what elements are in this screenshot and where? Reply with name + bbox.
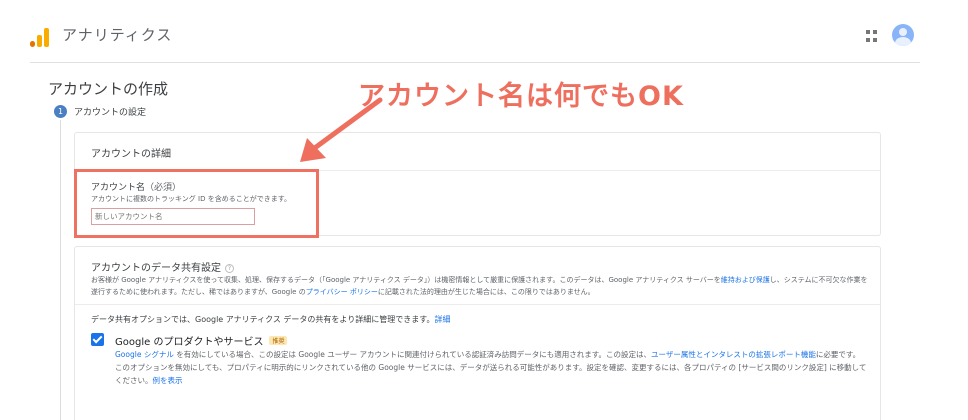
annotation-text: アカウント名は何でもOK — [358, 81, 684, 112]
show-example-link[interactable]: 例を表示 — [153, 376, 183, 385]
step-number: 1 — [54, 105, 67, 118]
google-signals-link[interactable]: Google シグナル — [115, 350, 174, 359]
google-products-option-title[interactable]: Google のプロダクトやサービス 推奨 — [115, 333, 288, 348]
data-sharing-description: お客様が Google アナリティクスを使って収集、処理、保存するデータ（「Go… — [91, 274, 871, 298]
header-divider — [30, 62, 920, 63]
help-icon[interactable]: ? — [225, 264, 234, 273]
step-connector-line — [60, 120, 61, 420]
google-products-checkbox[interactable] — [91, 333, 104, 346]
demographics-interests-link[interactable]: ユーザー属性とインタレストの拡張レポート機能 — [651, 350, 816, 359]
step-label: アカウントの設定 — [74, 108, 147, 118]
data-sharing-title-text: アカウントのデータ共有設定 — [91, 263, 221, 274]
card-divider — [75, 304, 880, 305]
step-indicator: 1 アカウントの設定 — [54, 105, 146, 118]
maintain-protect-link[interactable]: 維持および保護 — [721, 276, 770, 284]
annotation-highlight-box — [74, 169, 319, 238]
option-title-text: Google のプロダクトやサービス — [115, 337, 264, 348]
details-link[interactable]: 詳細 — [434, 315, 450, 324]
top-bar: アナリティクス — [0, 0, 968, 62]
recommended-badge: 推奨 — [269, 336, 288, 345]
privacy-policy-link[interactable]: プライバシー ポリシー — [306, 288, 378, 296]
app-title[interactable]: アナリティクス — [62, 24, 172, 45]
analytics-logo-icon[interactable] — [30, 27, 50, 47]
desc-text-1: お客様が Google アナリティクスを使って収集、処理、保存するデータ（「Go… — [91, 276, 721, 284]
google-products-option-description: Google シグナル を有効にしている場合、この設定は Google ユーザー… — [115, 348, 867, 387]
share-note-text: データ共有オプションでは、Google アナリティクス データの共有をより詳細に… — [91, 315, 435, 324]
data-sharing-title: アカウントのデータ共有設定? — [91, 259, 234, 274]
desc-text-3: に記載された法的理由が生じた場合には、この限りではありません。 — [377, 288, 595, 296]
option-desc-text-1: を有効にしている場合、この設定は Google ユーザー アカウントに関連付けら… — [173, 350, 651, 359]
share-options-note: データ共有オプションでは、Google アナリティクス データの共有をより詳細に… — [91, 314, 450, 325]
account-details-title: アカウントの詳細 — [91, 149, 171, 160]
account-avatar-icon[interactable] — [892, 24, 914, 46]
grid-apps-icon[interactable] — [866, 30, 878, 42]
data-sharing-card: アカウントのデータ共有設定? お客様が Google アナリティクスを使って収集… — [74, 246, 881, 420]
page-title: アカウントの作成 — [48, 80, 169, 98]
